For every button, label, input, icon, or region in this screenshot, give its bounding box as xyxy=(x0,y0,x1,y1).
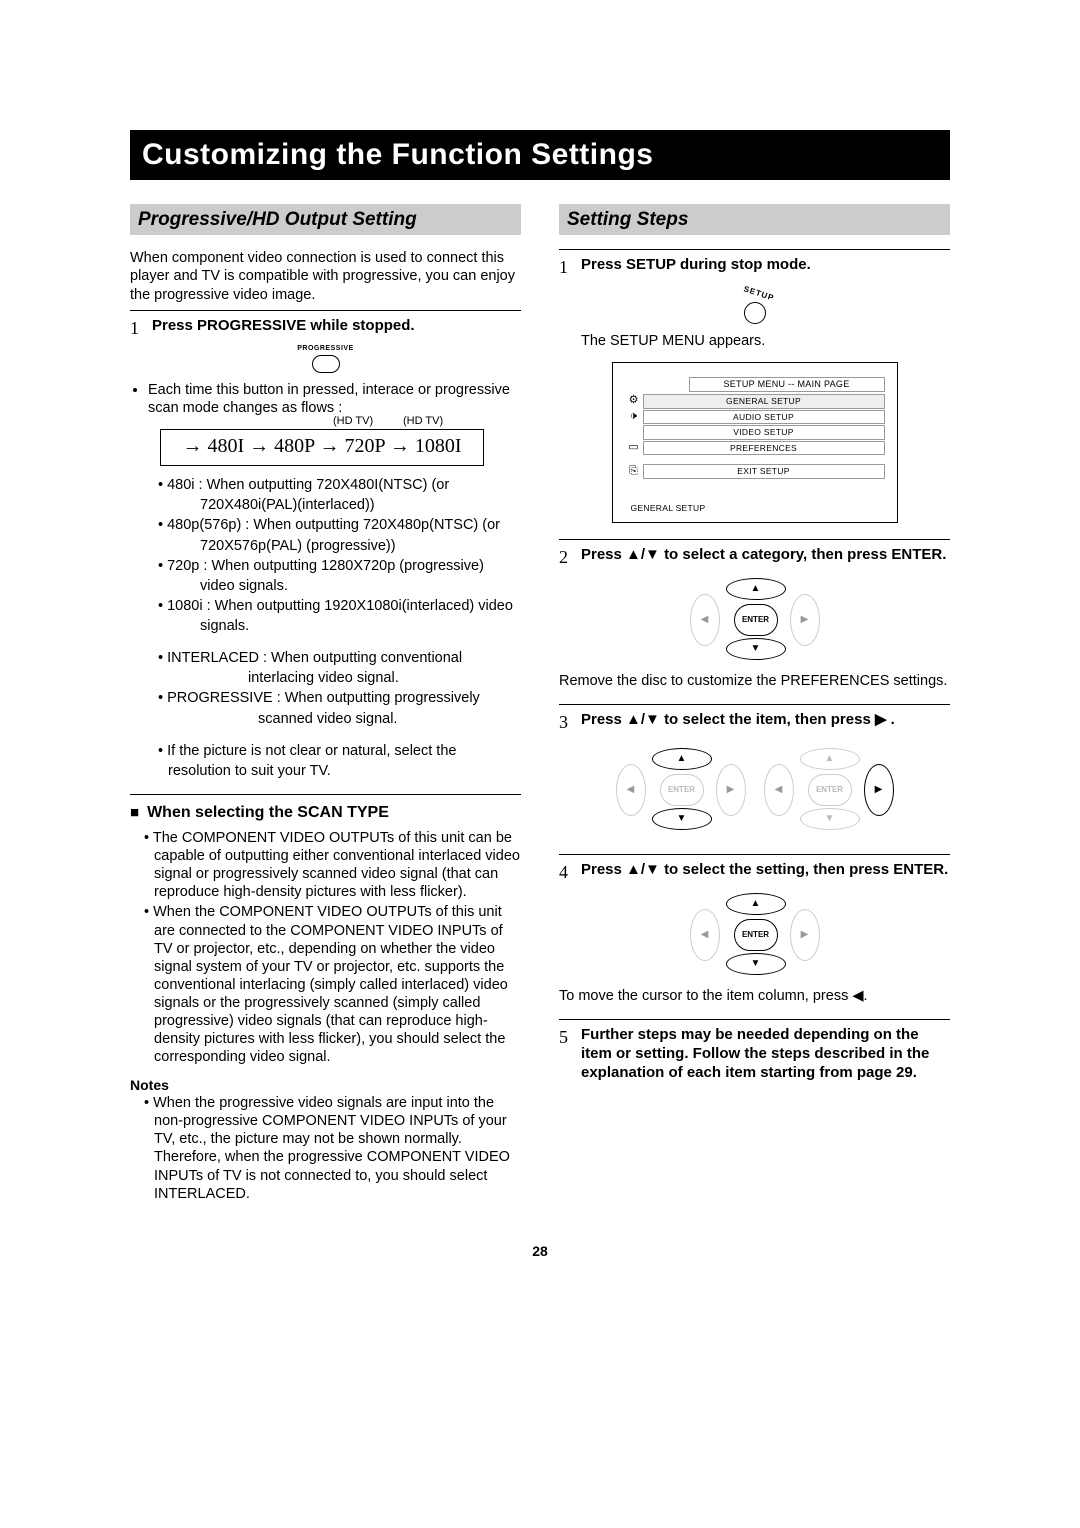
body-text: The SETUP MENU appears. xyxy=(581,332,950,350)
step-number: 2 xyxy=(559,546,575,569)
setup-button-diagram: SETUP xyxy=(559,283,950,324)
res-item: • 1080i : When outputting 1920X1080i(int… xyxy=(158,597,521,615)
right-button-icon: ▶ xyxy=(790,594,820,646)
right-button-icon: ▶ xyxy=(716,764,746,816)
menu-title: SETUP MENU -- MAIN PAGE xyxy=(689,377,885,392)
step-number: 5 xyxy=(559,1026,575,1082)
bullet-item: When the COMPONENT VIDEO OUTPUTs of this… xyxy=(144,903,521,1066)
menu-item: AUDIO SETUP xyxy=(643,410,885,425)
res-item: 720X576p(PAL) (progressive)) xyxy=(200,537,521,555)
res-item: • PROGRESSIVE : When outputting progress… xyxy=(158,689,521,707)
bullet-item: Each time this button in pressed, intera… xyxy=(148,381,521,417)
step-number: 1 xyxy=(559,256,575,279)
left-button-icon: ◀ xyxy=(764,764,794,816)
hdtv-label: (HD TV) xyxy=(403,415,443,429)
down-button-icon: ▼ xyxy=(726,953,786,975)
left-button-icon: ◀ xyxy=(690,594,720,646)
menu-item: VIDEO SETUP xyxy=(643,425,885,440)
step-instruction: Press PROGRESSIVE while stopped. xyxy=(152,317,521,340)
page-title: Customizing the Function Settings xyxy=(130,130,950,180)
menu-item: PREFERENCES xyxy=(643,441,885,456)
flow-sequence: → 480I → 480P → 720P → 1080I xyxy=(182,435,461,457)
progressive-label: PROGRESSIVE xyxy=(130,345,521,354)
intro-text: When component video connection is used … xyxy=(130,249,521,303)
up-button-icon: ▲ xyxy=(800,748,860,770)
up-button-icon: ▲ xyxy=(652,748,712,770)
gear-icon: ⚙ xyxy=(625,394,643,408)
dpad-diagram: ▲ ◀ ENTER ▶ ▼ xyxy=(690,891,820,977)
hdtv-label: (HD TV) xyxy=(333,415,373,429)
step-number: 3 xyxy=(559,711,575,734)
notes-bullets: When the progressive video signals are i… xyxy=(144,1094,521,1203)
tv-icon: ▭ xyxy=(625,441,643,455)
bullet-item: The COMPONENT VIDEO OUTPUTs of this unit… xyxy=(144,829,521,902)
dpad-pair-diagram: ▲ ◀ ENTER ▶ ▼ ▲ ◀ ENTER ▶ ▼ xyxy=(559,738,950,840)
scan-type-header: When selecting the SCAN TYPE xyxy=(130,803,521,823)
left-button-icon: ◀ xyxy=(616,764,646,816)
menu-item: GENERAL SETUP xyxy=(643,394,885,409)
resolution-list: • 480i : When outputting 720X480I(NTSC) … xyxy=(158,476,521,780)
up-button-icon: ▲ xyxy=(726,893,786,915)
step-number: 1 xyxy=(130,317,146,340)
res-item: signals. xyxy=(200,617,521,635)
setup-menu-diagram: SETUP MENU -- MAIN PAGE ⚙GENERAL SETUP 🕩… xyxy=(612,362,898,523)
step-number: 4 xyxy=(559,861,575,884)
resolution-flow-diagram: (HD TV) (HD TV) → 480I → 480P → 720P → 1… xyxy=(160,429,484,466)
note-item: When the progressive video signals are i… xyxy=(144,1094,521,1203)
res-item: resolution to suit your TV. xyxy=(168,762,521,780)
down-button-icon: ▼ xyxy=(800,808,860,830)
res-item: video signals. xyxy=(200,577,521,595)
down-button-icon: ▼ xyxy=(726,638,786,660)
res-item: • If the picture is not clear or natural… xyxy=(158,742,521,760)
enter-button-icon: ENTER xyxy=(734,604,778,636)
res-item: • 480i : When outputting 720X480I(NTSC) … xyxy=(158,476,521,494)
res-item: • 480p(576p) : When outputting 720X480p(… xyxy=(158,516,521,534)
down-button-icon: ▼ xyxy=(652,808,712,830)
res-item: 720X480i(PAL)(interlaced)) xyxy=(200,496,521,514)
up-button-icon: ▲ xyxy=(726,578,786,600)
notes-header: Notes xyxy=(130,1077,521,1095)
left-section-header: Progressive/HD Output Setting xyxy=(130,204,521,236)
button-icon xyxy=(312,355,340,373)
enter-button-icon: ENTER xyxy=(660,774,704,806)
page-number: 28 xyxy=(130,1243,950,1261)
dpad-diagram: ▲ ◀ ENTER ▶ ▼ xyxy=(690,576,820,662)
right-button-icon: ▶ xyxy=(864,764,894,816)
menu-footer: GENERAL SETUP xyxy=(631,503,885,514)
right-column: Setting Steps 1 Press SETUP during stop … xyxy=(559,204,950,1205)
right-button-icon: ▶ xyxy=(790,909,820,961)
step-instruction: Press ▲/▼ to select a category, then pre… xyxy=(581,546,950,569)
step-instruction: Press ▲/▼ to select the item, then press… xyxy=(581,711,950,734)
enter-button-icon: ENTER xyxy=(808,774,852,806)
left-button-icon: ◀ xyxy=(690,909,720,961)
scan-type-bullets: The COMPONENT VIDEO OUTPUTs of this unit… xyxy=(144,829,521,1067)
res-item: • 720p : When outputting 1280X720p (prog… xyxy=(158,557,521,575)
step-instruction: Press SETUP during stop mode. xyxy=(581,256,950,279)
res-item: • INTERLACED : When outputting conventio… xyxy=(158,649,521,667)
right-section-header: Setting Steps xyxy=(559,204,950,236)
res-item: scanned video signal. xyxy=(258,710,521,728)
body-text: Remove the disc to customize the PREFERE… xyxy=(559,672,950,690)
step-instruction: Press ▲/▼ to select the setting, then pr… xyxy=(581,861,950,884)
enter-button-icon: ENTER xyxy=(734,919,778,951)
progressive-button-diagram: PROGRESSIVE xyxy=(130,345,521,373)
speaker-icon: 🕩 xyxy=(625,410,643,424)
step-instruction: Further steps may be needed depending on… xyxy=(581,1026,950,1082)
res-item: interlacing video signal. xyxy=(248,669,521,687)
left-column: Progressive/HD Output Setting When compo… xyxy=(130,204,521,1205)
body-text: To move the cursor to the item column, p… xyxy=(559,987,950,1005)
exit-icon: ⎘ xyxy=(625,465,643,479)
setup-label: SETUP xyxy=(742,284,775,303)
menu-item: EXIT SETUP xyxy=(643,464,885,479)
button-icon xyxy=(744,302,766,324)
